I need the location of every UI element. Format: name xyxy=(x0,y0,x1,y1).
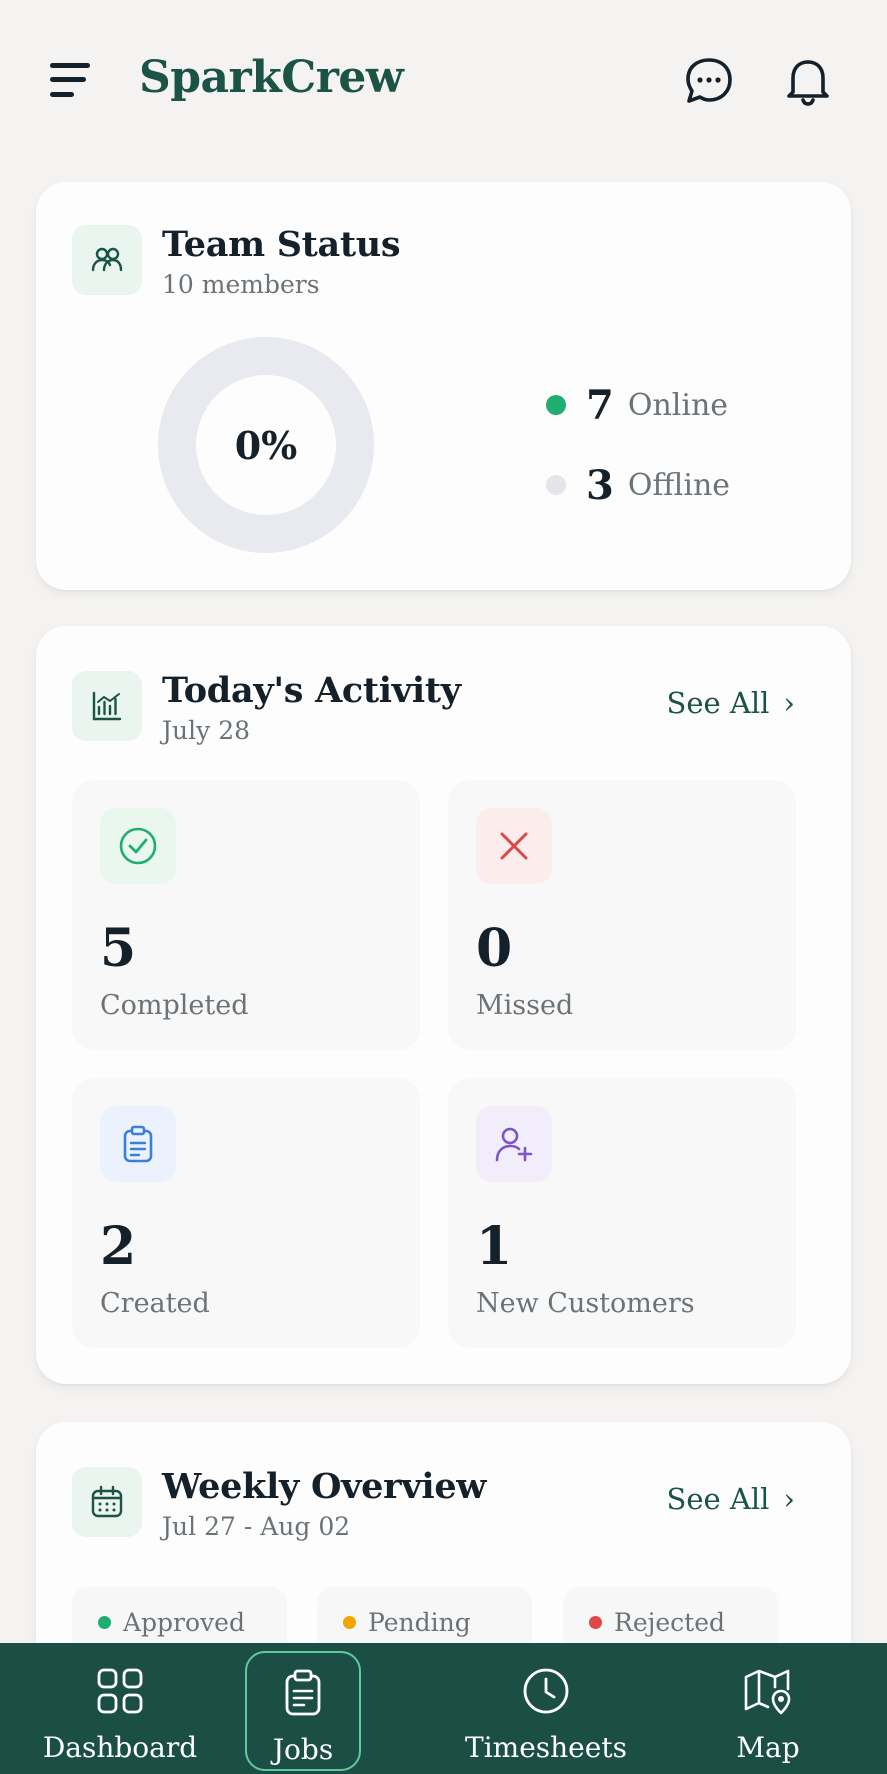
completed-icon-wrap xyxy=(100,808,176,884)
user-plus-icon xyxy=(495,1127,533,1162)
new-customers-icon-wrap xyxy=(476,1106,552,1182)
rejected-label: Rejected xyxy=(614,1607,726,1637)
grid-icon xyxy=(94,1665,146,1717)
map-pin-icon xyxy=(742,1665,794,1717)
clipboard-icon xyxy=(123,1125,153,1163)
completed-count: 5 xyxy=(100,918,137,979)
missed-label: Missed xyxy=(476,990,574,1021)
team-status-icon-wrap xyxy=(72,225,142,295)
nav-jobs[interactable]: Jobs xyxy=(245,1651,361,1771)
online-dot xyxy=(546,395,566,415)
created-icon-wrap xyxy=(100,1106,176,1182)
menu-icon-bar xyxy=(50,63,90,68)
app-title: SparkCrew xyxy=(139,52,404,103)
completed-label: Completed xyxy=(100,990,249,1021)
activity-title: Today's Activity xyxy=(162,670,461,711)
approved-label: Approved xyxy=(123,1607,245,1637)
menu-icon-bar xyxy=(50,92,74,97)
activity-subtitle: July 28 xyxy=(162,716,251,745)
missed-count: 0 xyxy=(476,918,513,979)
weekly-see-all-link[interactable]: See All › xyxy=(666,1482,795,1516)
weekly-subtitle: Jul 27 - Aug 02 xyxy=(162,1512,351,1541)
offline-label: Offline xyxy=(627,467,731,503)
nav-map[interactable]: Map xyxy=(718,1651,818,1771)
offline-legend: 3 Offline xyxy=(546,460,730,510)
new-customers-tile[interactable]: 1 New Customers xyxy=(448,1078,796,1348)
nav-dashboard[interactable]: Dashboard xyxy=(40,1651,200,1771)
clipboard-icon xyxy=(277,1667,329,1719)
offline-count: 3 xyxy=(586,461,614,509)
weekly-icon-wrap xyxy=(72,1467,142,1537)
chat-bubble-icon xyxy=(686,58,732,103)
rejected-dot xyxy=(589,1615,602,1629)
online-label: Online xyxy=(627,387,729,423)
todays-activity-card: Today's Activity July 28 See All › 5 Comp… xyxy=(36,626,851,1384)
chat-button[interactable] xyxy=(684,54,734,108)
team-status-subtitle: 10 members xyxy=(162,270,320,299)
nav-timesheets[interactable]: Timesheets xyxy=(460,1651,632,1771)
clock-icon xyxy=(520,1665,572,1717)
created-tile[interactable]: 2 Created xyxy=(72,1078,420,1348)
bar-chart-icon xyxy=(92,691,122,721)
pending-dot xyxy=(343,1615,356,1629)
team-status-card: Team Status 10 members 0% 7 Online 3 Off… xyxy=(36,182,851,590)
completed-tile[interactable]: 5 Completed xyxy=(72,780,420,1050)
created-count: 2 xyxy=(100,1216,137,1277)
x-icon xyxy=(500,832,528,860)
missed-tile[interactable]: 0 Missed xyxy=(448,780,796,1050)
menu-button[interactable] xyxy=(48,60,94,100)
team-status-donut: 0% xyxy=(158,337,374,553)
online-legend: 7 Online xyxy=(546,380,728,430)
chevron-right-icon: › xyxy=(783,686,795,720)
app-header: SparkCrew xyxy=(0,0,887,165)
chevron-right-icon: › xyxy=(783,1482,795,1516)
nav-jobs-label: Jobs xyxy=(272,1733,334,1766)
weekly-title: Weekly Overview xyxy=(162,1466,487,1507)
offline-dot xyxy=(546,475,566,495)
notifications-button[interactable] xyxy=(783,54,833,108)
pending-label: Pending xyxy=(368,1607,471,1637)
see-all-label: See All xyxy=(666,686,770,720)
bottom-navigation: Dashboard Jobs Timesheets Map xyxy=(0,1643,887,1774)
new-customers-count: 1 xyxy=(476,1216,513,1277)
see-all-label: See All xyxy=(666,1482,770,1516)
team-status-title: Team Status xyxy=(162,224,401,265)
missed-icon-wrap xyxy=(476,808,552,884)
approved-dot xyxy=(98,1615,111,1629)
created-label: Created xyxy=(100,1288,210,1319)
activity-icon-wrap xyxy=(72,671,142,741)
bell-icon xyxy=(787,60,829,106)
nav-timesheets-label: Timesheets xyxy=(465,1731,627,1764)
check-circle-icon xyxy=(119,827,157,865)
users-icon xyxy=(91,247,123,272)
new-customers-label: New Customers xyxy=(476,1288,695,1319)
online-count: 7 xyxy=(586,381,614,429)
nav-map-label: Map xyxy=(736,1731,800,1764)
activity-see-all-link[interactable]: See All › xyxy=(666,686,795,720)
donut-center-value: 0% xyxy=(196,375,336,515)
nav-dashboard-label: Dashboard xyxy=(42,1731,198,1764)
calendar-icon xyxy=(91,1485,123,1518)
menu-icon-bar xyxy=(50,77,86,82)
